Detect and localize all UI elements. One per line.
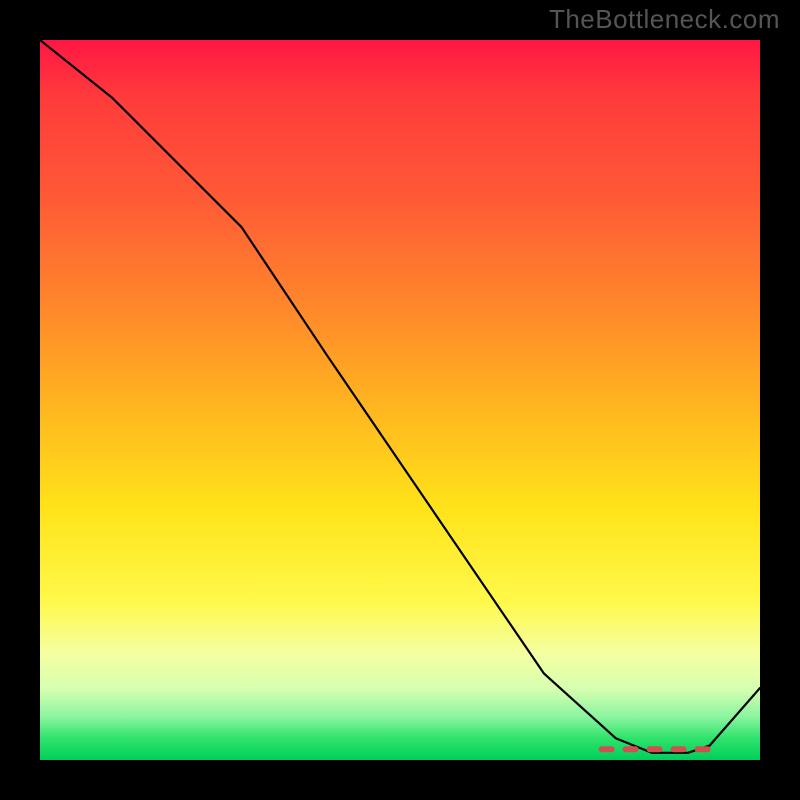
plot-area bbox=[40, 40, 760, 760]
bottleneck-curve bbox=[40, 40, 760, 753]
chart-svg bbox=[40, 40, 760, 760]
watermark-text: TheBottleneck.com bbox=[549, 4, 780, 35]
chart-frame: TheBottleneck.com bbox=[0, 0, 800, 800]
